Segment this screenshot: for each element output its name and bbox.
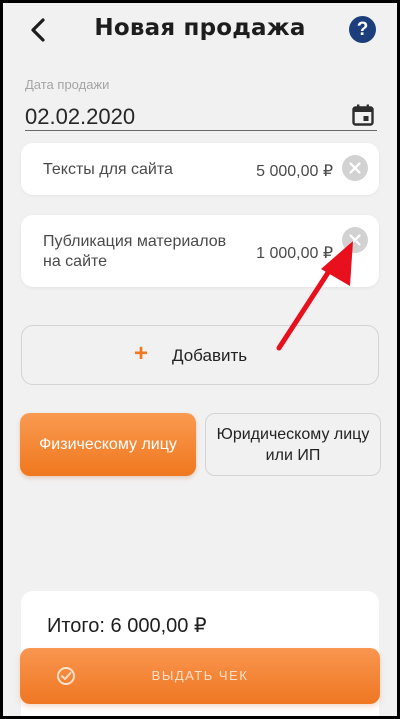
item-name: Публикация материалов на сайте <box>43 233 227 270</box>
calendar-icon[interactable] <box>352 104 374 126</box>
issue-receipt-button[interactable]: ВЫДАТЬ ЧЕК <box>20 648 380 704</box>
item-price: 5 000,00 ₽ <box>256 163 333 180</box>
sale-date-underline <box>25 130 377 131</box>
remove-item-button[interactable] <box>342 155 368 181</box>
legal-client-button[interactable]: Юридическому лицу или ИП <box>205 413 381 476</box>
sale-date-label: Дата продажи <box>25 77 110 92</box>
close-icon <box>349 234 361 246</box>
help-button[interactable]: ? <box>349 16 376 43</box>
item-name: Тексты для сайта <box>43 161 173 178</box>
close-icon <box>349 162 361 174</box>
add-item-label: Добавить <box>172 346 248 365</box>
total-amount: Итого: 6 000,00 ₽ <box>47 615 207 637</box>
app-screen: Новая продажа ? Дата продажи 02.02.2020 … <box>3 3 397 716</box>
page-title: Новая продажа <box>94 15 306 41</box>
header: Новая продажа ? <box>3 3 397 59</box>
add-item-button[interactable]: + Добавить <box>21 325 379 385</box>
issue-receipt-label: ВЫДАТЬ ЧЕК <box>151 668 249 683</box>
sale-item-card[interactable]: Тексты для сайта 5 000,00 ₽ <box>21 143 379 195</box>
sale-item-card[interactable]: Публикация материалов на сайте 1 000,00 … <box>21 215 379 287</box>
individual-client-button[interactable]: Физическому лицу <box>20 413 196 476</box>
item-price: 1 000,00 ₽ <box>256 245 333 262</box>
plus-icon: + <box>134 340 149 367</box>
remove-item-button[interactable] <box>342 227 368 253</box>
sale-date-field[interactable]: 02.02.2020 <box>25 104 135 130</box>
